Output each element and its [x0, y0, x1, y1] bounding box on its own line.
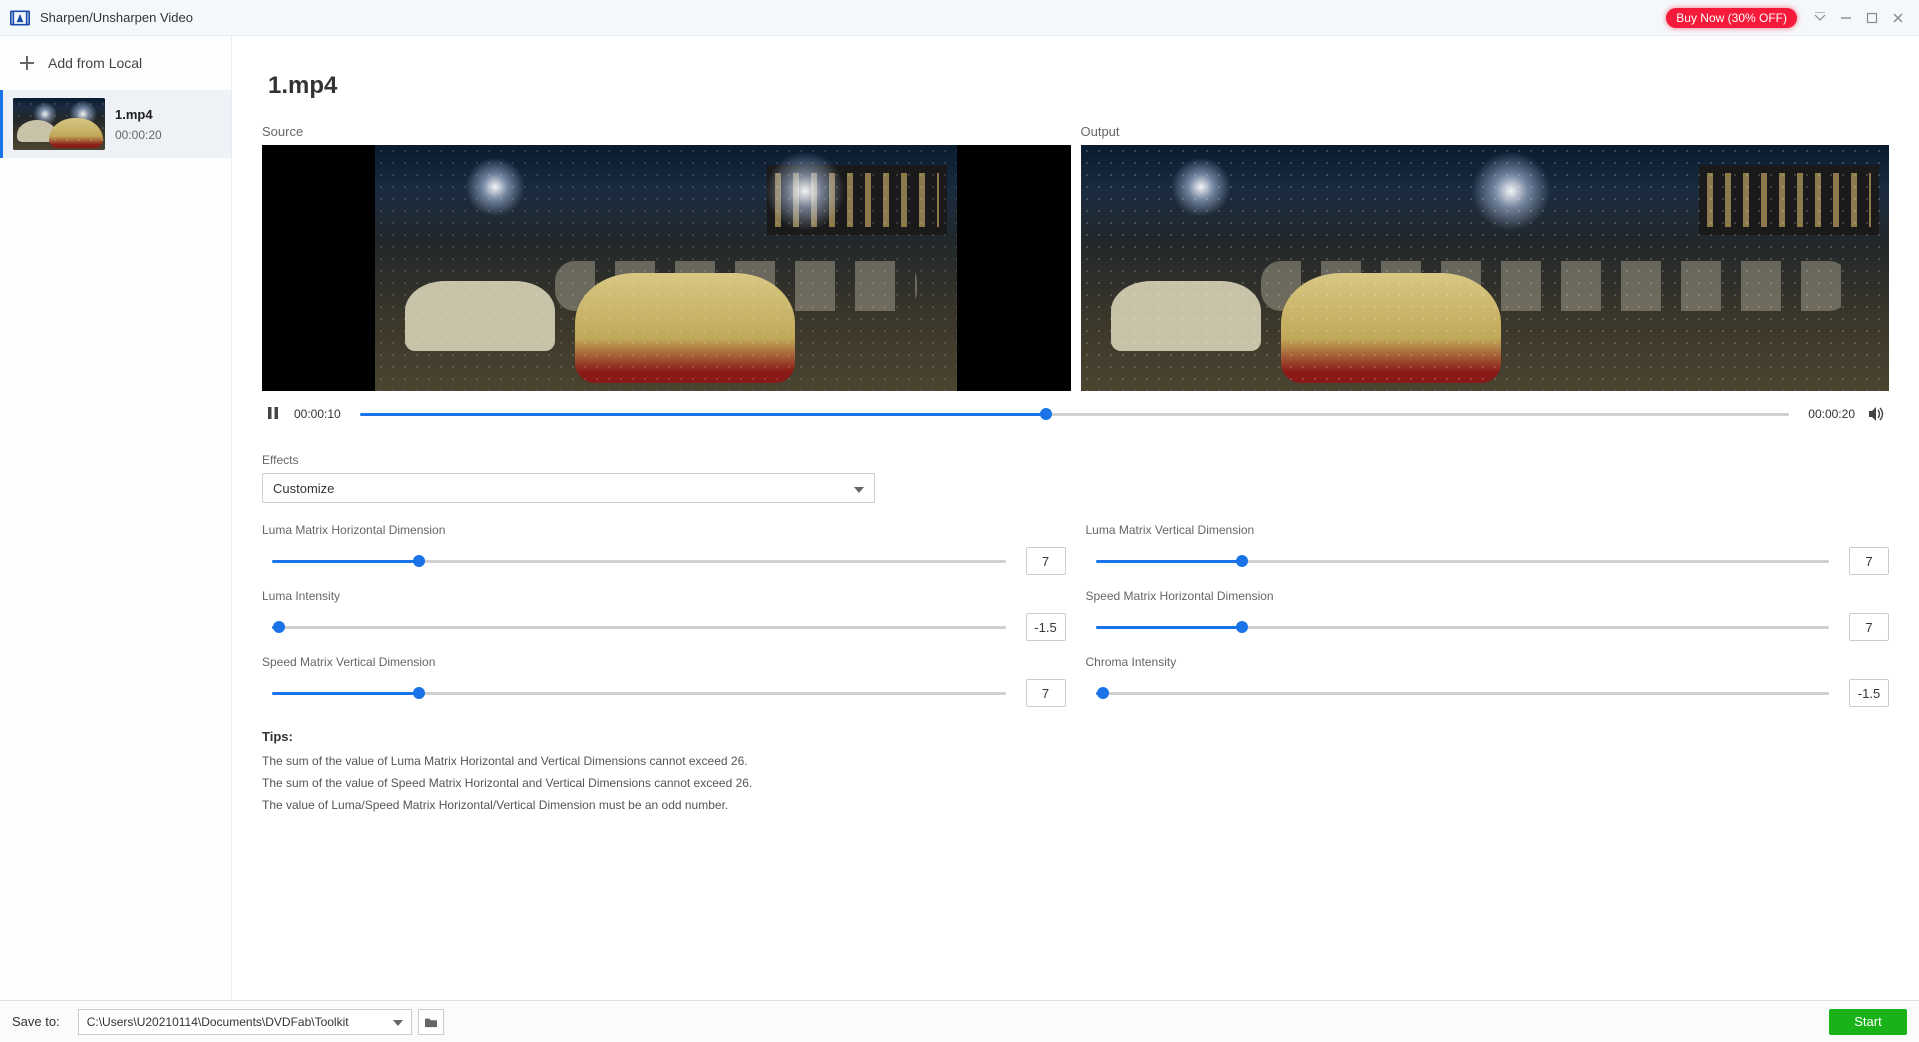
current-time: 00:00:10 — [294, 407, 348, 421]
save-path-select[interactable]: C:\Users\U20210114\Documents\DVDFab\Tool… — [78, 1009, 412, 1035]
sidebar-video-item[interactable]: 1.mp4 00:00:20 — [0, 90, 231, 158]
titlebar: Sharpen/Unsharpen Video Buy Now (30% OFF… — [0, 0, 1919, 36]
footer: Save to: C:\Users\U20210114\Documents\DV… — [0, 1000, 1919, 1042]
file-title: 1.mp4 — [268, 72, 1889, 100]
minimize-icon[interactable] — [1835, 7, 1857, 29]
close-icon[interactable] — [1887, 7, 1909, 29]
slider-track-speed-v[interactable] — [262, 685, 1016, 701]
main-panel: 1.mp4 Source — [232, 36, 1919, 1000]
window-title: Sharpen/Unsharpen Video — [40, 10, 193, 25]
slider-track-speed-h[interactable] — [1086, 619, 1840, 635]
browse-folder-button[interactable] — [418, 1009, 444, 1035]
add-from-local-label: Add from Local — [48, 55, 142, 71]
slider-chroma-i: Chroma Intensity -1.5 — [1086, 655, 1890, 707]
tips-section: Tips: The sum of the value of Luma Matri… — [262, 729, 1889, 812]
slider-value-speed-v[interactable]: 7 — [1026, 679, 1066, 707]
slider-label: Luma Matrix Horizontal Dimension — [262, 523, 1066, 537]
slider-label: Speed Matrix Vertical Dimension — [262, 655, 1066, 669]
tips-line: The sum of the value of Luma Matrix Hori… — [262, 754, 1889, 768]
start-button[interactable]: Start — [1829, 1009, 1907, 1035]
video-item-duration: 00:00:20 — [115, 128, 162, 142]
maximize-icon[interactable] — [1861, 7, 1883, 29]
slider-track-luma-h[interactable] — [262, 553, 1016, 569]
slider-luma-v: Luma Matrix Vertical Dimension 7 — [1086, 523, 1890, 575]
output-preview — [1081, 145, 1890, 391]
slider-label: Chroma Intensity — [1086, 655, 1890, 669]
slider-luma-i: Luma Intensity -1.5 — [262, 589, 1066, 641]
slider-speed-v: Speed Matrix Vertical Dimension 7 — [262, 655, 1066, 707]
buy-now-button[interactable]: Buy Now (30% OFF) — [1666, 8, 1797, 28]
slider-value-luma-h[interactable]: 7 — [1026, 547, 1066, 575]
slider-luma-h: Luma Matrix Horizontal Dimension 7 — [262, 523, 1066, 575]
plus-icon — [18, 54, 36, 72]
slider-value-luma-i[interactable]: -1.5 — [1026, 613, 1066, 641]
slider-value-chroma-i[interactable]: -1.5 — [1849, 679, 1889, 707]
slider-value-speed-h[interactable]: 7 — [1849, 613, 1889, 641]
slider-label: Luma Intensity — [262, 589, 1066, 603]
seek-slider[interactable] — [360, 406, 1789, 422]
slider-label: Luma Matrix Vertical Dimension — [1086, 523, 1890, 537]
effects-selected-value: Customize — [273, 481, 334, 496]
tips-line: The sum of the value of Speed Matrix Hor… — [262, 776, 1889, 790]
save-path-value: C:\Users\U20210114\Documents\DVDFab\Tool… — [87, 1015, 349, 1029]
pause-icon[interactable] — [266, 406, 282, 422]
slider-track-chroma-i[interactable] — [1086, 685, 1840, 701]
sidebar: Add from Local 1.mp4 00:00:20 — [0, 36, 232, 1000]
slider-speed-h: Speed Matrix Horizontal Dimension 7 — [1086, 589, 1890, 641]
tips-title: Tips: — [262, 729, 1889, 744]
caret-down-icon — [393, 1015, 403, 1029]
video-item-name: 1.mp4 — [115, 107, 162, 122]
slider-track-luma-i[interactable] — [262, 619, 1016, 635]
playback-bar: 00:00:10 00:00:20 — [262, 391, 1889, 433]
output-label: Output — [1081, 124, 1890, 139]
menu-dropdown-icon[interactable] — [1809, 7, 1831, 29]
effects-select[interactable]: Customize — [262, 473, 875, 503]
slider-value-luma-v[interactable]: 7 — [1849, 547, 1889, 575]
tips-line: The value of Luma/Speed Matrix Horizonta… — [262, 798, 1889, 812]
video-thumbnail — [13, 98, 105, 150]
seek-fill — [360, 413, 1046, 416]
add-from-local-button[interactable]: Add from Local — [0, 36, 231, 90]
source-preview — [262, 145, 1071, 391]
caret-down-icon — [854, 481, 864, 496]
total-time: 00:00:20 — [1801, 407, 1855, 421]
volume-icon[interactable] — [1867, 405, 1885, 423]
effects-label: Effects — [262, 453, 1889, 467]
slider-track-luma-v[interactable] — [1086, 553, 1840, 569]
slider-label: Speed Matrix Horizontal Dimension — [1086, 589, 1890, 603]
seek-thumb[interactable] — [1040, 408, 1052, 420]
app-icon — [10, 10, 30, 26]
save-to-label: Save to: — [12, 1014, 60, 1029]
source-label: Source — [262, 124, 1071, 139]
